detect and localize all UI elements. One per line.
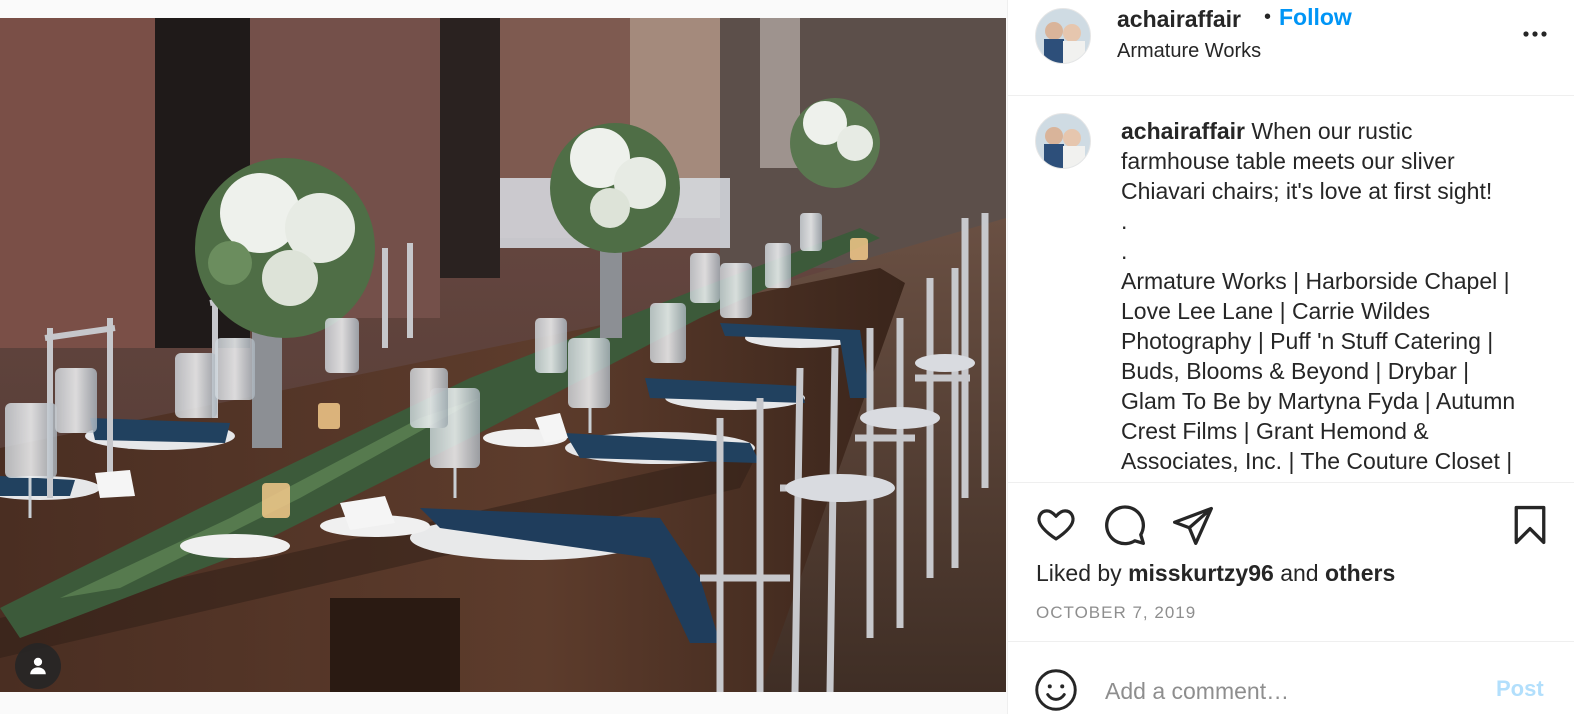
caption-username[interactable]: achairaffair — [1121, 118, 1245, 144]
post-details-panel: achairaffair • Follow Armature Works ach… — [1007, 0, 1574, 714]
caption-section: achairaffair When our rustic farmhouse t… — [1008, 96, 1574, 483]
avatar[interactable] — [1035, 8, 1091, 64]
more-options-icon[interactable] — [1520, 24, 1550, 44]
user-icon — [30, 657, 46, 675]
paper-plane-icon[interactable] — [1171, 503, 1215, 547]
action-bar — [1008, 495, 1574, 555]
caption-line: Photography | Puff 'n Stuff Catering | — [1121, 328, 1494, 354]
caption-line: Glam To Be by Martyna Fyda | Autumn — [1121, 388, 1516, 414]
tagged-users-button[interactable] — [15, 643, 61, 689]
header-username[interactable]: achairaffair — [1117, 6, 1241, 33]
caption-text: achairaffair When our rustic farmhouse t… — [1121, 116, 1553, 476]
likes-summary: Liked by misskurtzy96 and others — [1036, 560, 1395, 587]
caption-line-text: When our rustic — [1251, 118, 1413, 144]
location-link[interactable]: Armature Works — [1117, 40, 1261, 63]
post-comment-button[interactable]: Post — [1496, 676, 1544, 702]
comment-bar: Post — [1008, 641, 1574, 714]
comment-icon[interactable] — [1103, 503, 1147, 547]
caption-line: farmhouse table meets our sliver — [1121, 148, 1455, 174]
caption-line: Crest Films | Grant Hemond & — [1121, 418, 1429, 444]
caption-line: Chiavari chairs; it's love at first sigh… — [1121, 178, 1493, 204]
caption-line: Armature Works | Harborside Chapel | — [1121, 268, 1510, 294]
follow-button[interactable]: Follow — [1279, 4, 1352, 31]
caption-line: Buds, Blooms & Beyond | Drybar | — [1121, 358, 1470, 384]
liked-by-user-link[interactable]: misskurtzy96 — [1128, 560, 1274, 586]
post-date[interactable]: OCTOBER 7, 2019 — [1036, 603, 1196, 623]
likes-and: and — [1273, 560, 1325, 586]
avatar-image — [1036, 9, 1090, 63]
caption-line: Associates, Inc. | The Couture Closet | — [1121, 448, 1513, 474]
post-header: achairaffair • Follow Armature Works — [1008, 0, 1574, 96]
wedding-table-photo — [0, 18, 1006, 692]
post-photo[interactable] — [0, 18, 1006, 692]
bookmark-icon[interactable] — [1508, 503, 1552, 547]
avatar[interactable] — [1035, 113, 1091, 169]
likes-prefix: Liked by — [1036, 560, 1129, 586]
smiley-icon[interactable] — [1034, 668, 1078, 712]
caption-line: . — [1121, 208, 1128, 234]
caption-line: achairaffair When our rustic — [1121, 116, 1553, 146]
caption-line: Love Lee Lane | Carrie Wildes — [1121, 298, 1430, 324]
heart-icon[interactable] — [1034, 503, 1078, 545]
caption-line: . — [1121, 238, 1128, 264]
comment-input[interactable] — [1103, 674, 1487, 708]
instagram-post-page: achairaffair • Follow Armature Works ach… — [0, 0, 1574, 714]
avatar-image — [1036, 114, 1090, 168]
likes-others-link[interactable]: others — [1325, 560, 1395, 586]
separator-dot: • — [1264, 6, 1272, 28]
